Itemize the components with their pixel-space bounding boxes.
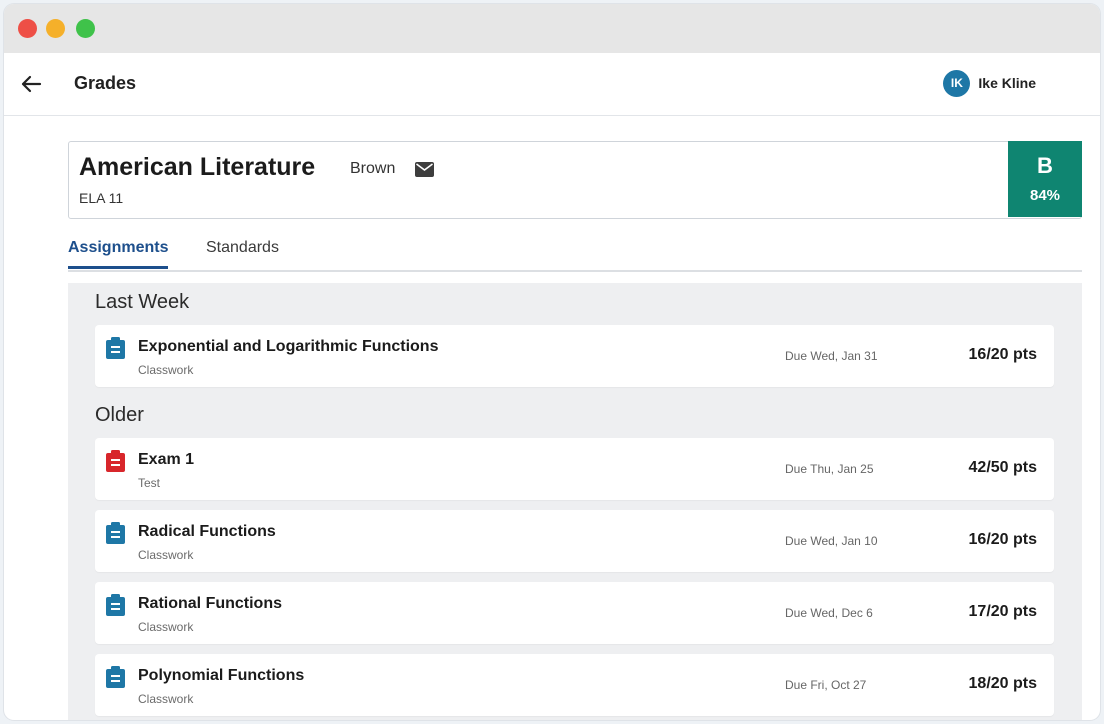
- clipboard-icon: [106, 594, 125, 616]
- assignment-title: Exponential and Logarithmic Functions: [138, 338, 439, 355]
- list-item[interactable]: Rational Functions Classwork Due Wed, De…: [95, 582, 1054, 644]
- assignments-list: Last Week Exponential and Logarithmic Fu…: [68, 283, 1082, 720]
- due-date: Due Thu, Jan 25: [785, 462, 874, 476]
- list-item[interactable]: Polynomial Functions Classwork Due Fri, …: [95, 654, 1054, 716]
- avatar: IK: [943, 69, 971, 97]
- assignment-type: Classwork: [138, 548, 194, 562]
- due-date: Due Wed, Jan 31: [785, 349, 878, 363]
- teacher-name: Brown: [350, 160, 396, 177]
- assignment-score: 42/50 pts: [968, 459, 1037, 476]
- due-date: Due Fri, Oct 27: [785, 678, 867, 692]
- assignment-type: Classwork: [138, 620, 194, 634]
- assignment-type: Classwork: [138, 692, 194, 706]
- clipboard-icon: [106, 450, 125, 472]
- user-menu[interactable]: IK Ike Kline: [943, 69, 1036, 97]
- due-date: Due Wed, Dec 6: [785, 606, 873, 620]
- arrow-left-icon: [21, 75, 42, 93]
- clipboard-icon: [106, 522, 125, 544]
- assignment-title: Exam 1: [138, 451, 195, 468]
- grade-percent: 84%: [1029, 187, 1061, 204]
- tab-bar: Assignments Standards: [68, 234, 1082, 272]
- maximize-window-button[interactable]: [76, 19, 95, 38]
- assignment-score: 16/20 pts: [968, 346, 1037, 363]
- grade-badge: B 84%: [1008, 141, 1082, 217]
- back-button[interactable]: [18, 71, 44, 97]
- assignment-title: Polynomial Functions: [138, 667, 305, 684]
- app-header: Grades IK Ike Kline: [4, 53, 1100, 116]
- minimize-window-button[interactable]: [46, 19, 65, 38]
- grade-letter: B: [1037, 153, 1053, 178]
- assignment-type: Test: [138, 476, 161, 490]
- course-name: American Literature: [79, 153, 316, 181]
- list-item[interactable]: Exam 1 Test Due Thu, Jan 25 42/50 pts: [95, 438, 1054, 500]
- clipboard-icon: [106, 337, 125, 359]
- mail-icon[interactable]: [415, 162, 434, 177]
- assignment-type: Classwork: [138, 363, 194, 377]
- app-window: Grades IK Ike Kline American Literature …: [4, 4, 1100, 720]
- tab-standards[interactable]: Standards: [206, 239, 279, 257]
- clipboard-icon: [106, 666, 125, 688]
- section-heading: Last Week: [95, 291, 190, 313]
- due-date: Due Wed, Jan 10: [785, 534, 878, 548]
- assignment-score: 17/20 pts: [968, 603, 1037, 620]
- section-heading: Older: [95, 404, 144, 426]
- assignment-title: Rational Functions: [138, 595, 282, 612]
- course-card: American Literature Brown ELA 11 B 84%: [68, 141, 1082, 219]
- assignment-title: Radical Functions: [138, 523, 276, 540]
- tab-assignments[interactable]: Assignments: [68, 239, 169, 269]
- user-name: Ike Kline: [978, 75, 1036, 91]
- course-code: ELA 11: [79, 190, 124, 206]
- window-titlebar: [4, 4, 1100, 53]
- close-window-button[interactable]: [18, 19, 37, 38]
- list-item[interactable]: Exponential and Logarithmic Functions Cl…: [95, 325, 1054, 387]
- assignment-score: 18/20 pts: [968, 675, 1037, 692]
- list-item[interactable]: Radical Functions Classwork Due Wed, Jan…: [95, 510, 1054, 572]
- assignment-score: 16/20 pts: [968, 531, 1037, 548]
- page-title: Grades: [74, 73, 137, 93]
